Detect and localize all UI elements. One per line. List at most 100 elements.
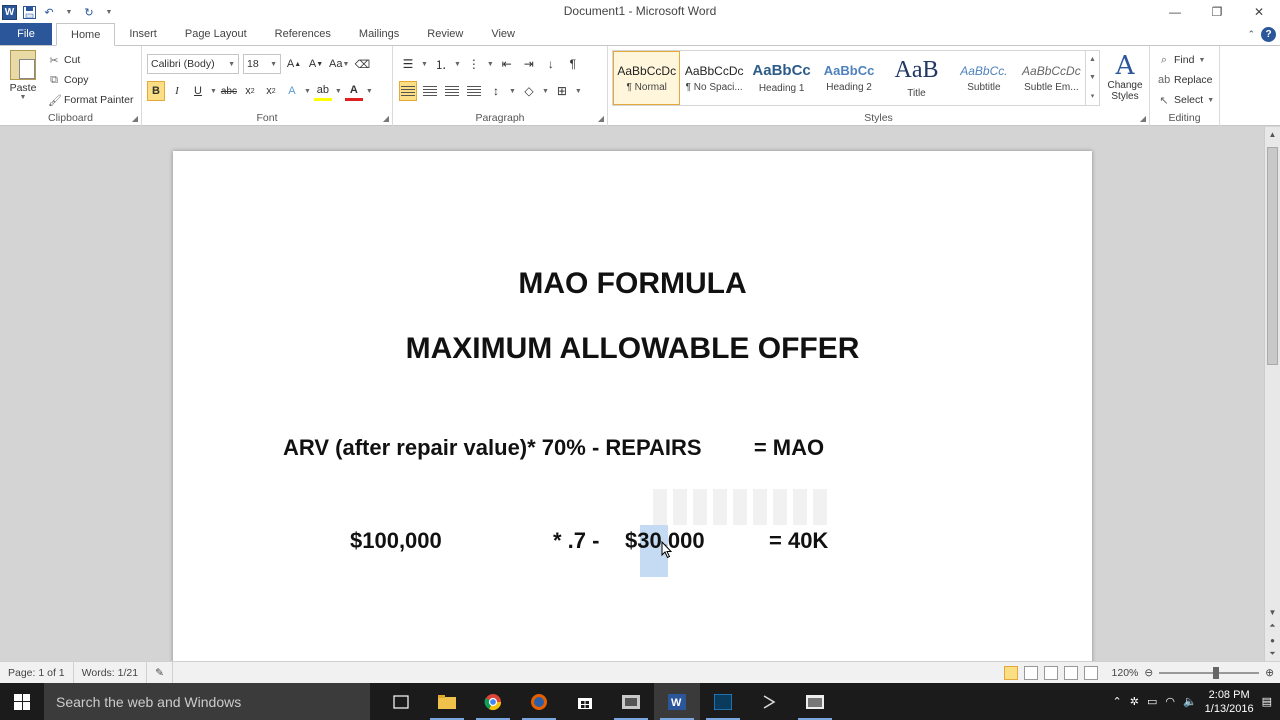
zoom-slider[interactable] <box>1159 667 1260 679</box>
word-taskbar-icon[interactable]: W <box>654 683 700 720</box>
increase-indent-icon[interactable]: ⇥ <box>520 54 538 74</box>
store-icon[interactable] <box>562 683 608 720</box>
strikethrough-button[interactable]: abc <box>220 81 238 101</box>
italic-button[interactable]: I <box>168 81 186 101</box>
styles-more-icon[interactable]: ▾ <box>1091 92 1095 100</box>
tab-mailings[interactable]: Mailings <box>345 23 413 45</box>
scroll-down-icon[interactable]: ▼ <box>1265 605 1280 619</box>
font-size-dropdown-icon[interactable]: ▼ <box>270 61 277 68</box>
font-name-combo[interactable]: Calibri (Body) ▼ <box>147 54 239 74</box>
underline-button[interactable]: U <box>189 81 207 101</box>
next-page-icon[interactable]: ⏷ <box>1265 647 1280 661</box>
scroll-thumb[interactable] <box>1267 147 1278 365</box>
calc-multiplier[interactable]: * .7 - <box>553 528 599 554</box>
align-right-button[interactable] <box>443 81 461 101</box>
borders-icon[interactable]: ⊞ <box>553 81 571 101</box>
style-heading-2[interactable]: AaBbCc Heading 2 <box>815 51 882 105</box>
style-heading-1[interactable]: AaBbCc Heading 1 <box>748 51 815 105</box>
minimize-button[interactable]: — <box>1154 0 1196 24</box>
copy-button[interactable]: ⧉ Copy <box>48 70 133 90</box>
network-icon[interactable]: ▭ <box>1147 695 1157 708</box>
style-title[interactable]: AaB Title <box>883 51 950 105</box>
document-page[interactable]: MAO FORMULA MAXIMUM ALLOWABLE OFFER ARV … <box>173 151 1092 661</box>
browse-object-icon[interactable]: ● <box>1265 633 1280 647</box>
window-app-icon[interactable] <box>792 683 838 720</box>
highlight-dropdown-icon[interactable]: ▼ <box>335 88 342 95</box>
find-dropdown-icon[interactable]: ▼ <box>1198 57 1205 64</box>
tab-references[interactable]: References <box>261 23 345 45</box>
find-button[interactable]: ⌕ Find ▼ <box>1158 50 1214 70</box>
change-styles-button[interactable]: A Change Styles <box>1104 52 1146 102</box>
tab-view[interactable]: View <box>477 23 529 45</box>
font-color-icon[interactable]: A <box>344 81 363 101</box>
page-count[interactable]: Page: 1 of 1 <box>0 661 74 684</box>
restore-button[interactable]: ❐ <box>1196 0 1238 24</box>
numbering-icon[interactable]: ⒈ <box>432 54 450 74</box>
font-size-combo[interactable]: 18 ▼ <box>243 54 281 74</box>
document-subtitle[interactable]: MAXIMUM ALLOWABLE OFFER <box>173 332 1092 366</box>
paste-button[interactable]: Paste ▼ <box>6 50 40 101</box>
photoshop-icon[interactable] <box>700 683 746 720</box>
font-launcher-icon[interactable]: ◢ <box>383 114 389 123</box>
align-left-button[interactable] <box>399 81 417 101</box>
bullets-dropdown-icon[interactable]: ▼ <box>421 61 428 68</box>
start-button[interactable] <box>0 683 44 720</box>
style-no-spacing[interactable]: AaBbCcDc ¶ No Spaci... <box>680 51 747 105</box>
calc-result[interactable]: = 40K <box>769 528 828 554</box>
sort-icon[interactable]: ↓ <box>542 54 560 74</box>
print-layout-view-icon[interactable] <box>1003 666 1018 680</box>
vertical-scrollbar[interactable]: ▲ ▼ ⏶ ● ⏷ <box>1264 127 1280 661</box>
subscript-button[interactable]: x2 <box>241 81 259 101</box>
tab-insert[interactable]: Insert <box>115 23 171 45</box>
borders-dropdown-icon[interactable]: ▼ <box>575 88 582 95</box>
underline-dropdown-icon[interactable]: ▼ <box>210 88 217 95</box>
document-area[interactable]: MAO FORMULA MAXIMUM ALLOWABLE OFFER ARV … <box>0 127 1264 661</box>
zoom-out-icon[interactable]: ⊖ <box>1144 667 1153 679</box>
tab-file[interactable]: File <box>0 23 52 45</box>
word-app-icon[interactable]: W <box>2 4 17 20</box>
select-button[interactable]: ↖ Select ▼ <box>1158 90 1214 110</box>
justify-button[interactable] <box>465 81 483 101</box>
line-spacing-dropdown-icon[interactable]: ▼ <box>509 88 516 95</box>
minimize-ribbon-icon[interactable]: ⌃ <box>1247 29 1255 40</box>
paste-dropdown-icon[interactable]: ▼ <box>6 94 40 101</box>
font-name-dropdown-icon[interactable]: ▼ <box>228 61 235 68</box>
replace-button[interactable]: ab Replace <box>1158 70 1214 90</box>
style-normal[interactable]: AaBbCcDc ¶ Normal <box>613 51 681 105</box>
action-center-icon[interactable]: ▤ <box>1262 695 1272 708</box>
wifi-icon[interactable]: ◠ <box>1165 695 1175 708</box>
shading-icon[interactable]: ◇ <box>520 81 538 101</box>
format-painter-button[interactable]: 🖌 Format Painter <box>48 90 133 110</box>
settings-tray-icon[interactable]: ✲ <box>1130 695 1139 708</box>
clipboard-launcher-icon[interactable]: ◢ <box>132 114 138 123</box>
redo-icon[interactable]: ↻ <box>81 4 97 20</box>
numbering-dropdown-icon[interactable]: ▼ <box>454 61 461 68</box>
taskbar-search-box[interactable]: Search the web and Windows <box>44 683 370 720</box>
proofing-icon[interactable]: ✎ <box>147 661 173 684</box>
styles-scroll-up-icon[interactable]: ▲ <box>1089 56 1096 63</box>
bullets-icon[interactable]: ☰ <box>399 54 417 74</box>
select-dropdown-icon[interactable]: ▼ <box>1207 97 1214 104</box>
media-app-icon[interactable] <box>608 683 654 720</box>
grow-font-icon[interactable]: A ▲ <box>285 54 303 74</box>
tab-home[interactable]: Home <box>56 23 116 46</box>
undo-icon[interactable]: ↶ <box>41 4 57 20</box>
zoom-in-icon[interactable]: ⊕ <box>1265 667 1274 679</box>
bold-button[interactable]: B <box>147 81 165 101</box>
text-effects-icon[interactable]: A <box>283 81 301 101</box>
align-center-button[interactable] <box>421 81 439 101</box>
text-effects-dropdown-icon[interactable]: ▼ <box>304 88 311 95</box>
formula-line[interactable]: ARV (after repair value)* 70% - REPAIRS … <box>283 435 824 461</box>
clock[interactable]: 2:08 PM 1/13/2016 <box>1205 688 1254 716</box>
volume-icon[interactable]: 🔈 <box>1183 695 1197 708</box>
paragraph-launcher-icon[interactable]: ◢ <box>598 114 604 123</box>
web-layout-icon[interactable] <box>1043 666 1058 680</box>
full-screen-reading-icon[interactable] <box>1023 666 1038 680</box>
shading-dropdown-icon[interactable]: ▼ <box>542 88 549 95</box>
tab-page-layout[interactable]: Page Layout <box>171 23 261 45</box>
calc-arv[interactable]: $100,000 <box>350 528 442 554</box>
save-icon[interactable] <box>21 4 37 20</box>
zoom-level[interactable]: 120% <box>1112 667 1139 679</box>
superscript-button[interactable]: x2 <box>262 81 280 101</box>
previous-page-icon[interactable]: ⏶ <box>1265 619 1280 633</box>
